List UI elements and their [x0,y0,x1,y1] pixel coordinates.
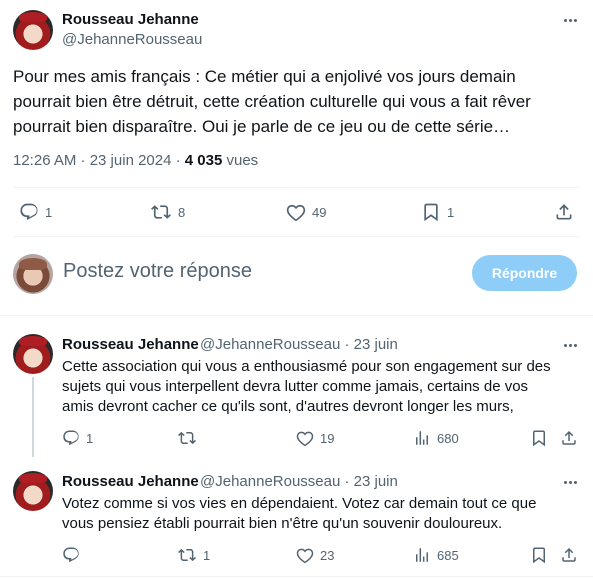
more-icon[interactable] [560,10,580,30]
tweet-text-line: pourrait bien disparaître. Oui je parle … [13,117,511,136]
like-count: 49 [312,204,327,220]
share-button[interactable] [554,202,574,222]
reply-author-handle[interactable]: @JehanneRousseau · 23 juin [200,336,398,353]
views-count: 680 [437,430,459,446]
author-avatar[interactable] [13,10,53,50]
like-count: 23 [320,547,335,563]
share-icon [556,204,572,220]
reply-author-avatar[interactable] [13,471,53,511]
reply-author-handle[interactable]: @JehanneRousseau · 23 juin [200,473,398,490]
reply-count: 1 [86,430,94,446]
thread-line [32,377,34,457]
submit-reply-button[interactable]: Répondre [472,255,577,291]
repost-icon [178,431,196,445]
tweet-text-line: pourrait bien être détruit, cette créati… [13,92,531,111]
repost-icon [178,548,196,562]
repost-button[interactable]: 1 [177,546,210,564]
like-button[interactable]: 23 [296,546,334,564]
more-icon[interactable] [560,335,580,355]
reply-text-line: Cette association qui vous a enthousiasm… [62,358,551,375]
reply-button[interactable]: 1 [62,429,93,447]
bookmark-button[interactable] [530,546,548,564]
views-label: vues [222,152,259,169]
reply-text-line: vous pensiez établi pourrait bien n'être… [62,515,503,532]
views-count: 4 035 [184,152,223,169]
views-button[interactable]: 680 [413,429,459,447]
heart-icon [296,431,314,447]
views-button[interactable]: 685 [413,546,459,564]
share-icon [562,430,576,445]
tweet-text-line: Pour mes amis français : Ce métier qui a… [13,67,516,86]
repost-icon [151,205,171,219]
reply-icon [20,203,38,220]
bookmark-icon [533,430,545,447]
bookmark-button[interactable] [530,429,548,447]
share-button[interactable] [560,546,578,564]
current-user-avatar [13,254,53,294]
author-name[interactable]: Rousseau Jehanne [62,11,199,28]
heart-icon [286,204,306,222]
reply-button[interactable] [62,546,86,564]
reply-icon [63,547,79,563]
like-count: 19 [320,430,335,446]
reply-text: Cette association qui vous a enthousiasm… [62,357,587,417]
bookmark-icon [533,547,545,564]
share-button[interactable] [560,429,578,447]
bookmark-button[interactable]: 1 [421,202,454,222]
reply-author-name[interactable]: Rousseau Jehanne [62,473,199,490]
views-chart-icon [416,431,428,445]
share-icon [562,547,576,562]
bookmark-count: 1 [447,204,455,220]
repost-button[interactable]: 8 [150,202,185,222]
views-chart-icon [416,548,428,562]
tweet-text: Pour mes amis français : Ce métier qui a… [13,64,583,139]
divider [0,315,593,316]
divider [13,187,580,188]
divider [13,236,580,237]
reply-author-name[interactable]: Rousseau Jehanne [62,336,199,353]
divider [0,576,593,577]
reply-icon [63,430,79,446]
tweet-timestamp[interactable]: 12:26 AM · 23 juin 2024 · [13,152,185,169]
reply-input[interactable]: Postez votre réponse [63,260,252,283]
bookmark-icon [424,203,438,222]
views-count: 685 [437,547,459,563]
repost-button[interactable] [177,429,203,447]
like-button[interactable]: 49 [286,202,326,222]
tweet-meta: 12:26 AM · 23 juin 2024 · 4 035 vues [13,152,258,169]
like-button[interactable]: 19 [296,429,334,447]
reply-button[interactable]: 1 [19,202,52,222]
reply-text-line: amis devront cacher ce qu'ils sont, d'au… [62,398,514,415]
heart-icon [296,548,314,564]
reply-text: Votez comme si vos vies en dépendaient. … [62,494,587,534]
reply-count: 1 [45,204,53,220]
reply-text-line: Votez comme si vos vies en dépendaient. … [62,495,537,512]
repost-count: 1 [203,547,211,563]
more-icon[interactable] [560,472,580,492]
author-handle[interactable]: @JehanneRousseau [62,31,202,48]
reply-text-line: sujets qui vous interpellent devra lutte… [62,378,529,395]
reply-author-avatar[interactable] [13,334,53,374]
repost-count: 8 [178,204,186,220]
